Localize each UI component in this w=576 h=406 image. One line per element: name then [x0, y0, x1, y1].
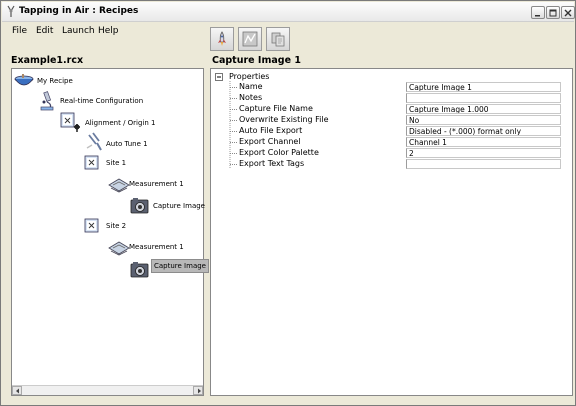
arrow-right-icon	[198, 388, 201, 394]
property-row-overwrite[interactable]: Overwrite Existing File No	[211, 115, 561, 126]
scroll-left-button[interactable]	[12, 386, 22, 395]
copy-button[interactable]	[266, 27, 290, 51]
property-row-notes[interactable]: Notes	[211, 93, 561, 104]
tree-label: My Recipe	[37, 77, 73, 85]
collapse-icon[interactable]	[215, 73, 223, 81]
tree-label: Measurement 1	[129, 243, 184, 251]
menu-help[interactable]: Help	[98, 26, 119, 36]
minimize-icon	[535, 15, 540, 17]
property-name: Capture File Name	[239, 104, 313, 113]
property-name: Export Channel	[239, 137, 301, 146]
title-bar[interactable]: Tapping in Air : Recipes	[2, 2, 575, 22]
tree-label: Site 1	[106, 159, 127, 167]
menu-launch[interactable]: Launch	[62, 26, 95, 36]
camera-icon	[130, 198, 149, 214]
property-value-input[interactable]: No	[406, 115, 561, 125]
menu-file[interactable]: File	[12, 26, 27, 36]
properties-panel: Properties Name Capture Image 1 Notes Ca…	[210, 68, 573, 396]
launch-button[interactable]	[210, 27, 234, 51]
property-row-capture-file-name[interactable]: Capture File Name Capture Image 1.000	[211, 104, 561, 115]
measurement-icon	[108, 178, 130, 193]
left-panel-title: Example1.rcx	[11, 55, 84, 66]
property-name: Overwrite Existing File	[239, 115, 329, 124]
alignment-icon	[60, 112, 80, 132]
tree-label: Capture Image	[153, 202, 205, 210]
camera-icon	[130, 262, 149, 278]
property-value-input[interactable]	[406, 159, 561, 169]
property-value-input[interactable]: Capture Image 1	[406, 82, 561, 92]
close-button[interactable]	[561, 6, 575, 19]
app-icon	[7, 5, 15, 17]
maximize-icon	[549, 9, 557, 17]
property-value-input[interactable]: Capture Image 1.000	[406, 104, 561, 114]
recipe-bowl-icon	[14, 74, 34, 86]
maximize-button[interactable]	[546, 6, 560, 19]
measurement-icon	[108, 241, 130, 256]
property-row-export-channel[interactable]: Export Channel Channel 1	[211, 137, 561, 148]
property-row-name[interactable]: Name Capture Image 1	[211, 82, 561, 93]
property-name: Export Text Tags	[239, 159, 305, 168]
property-name: Export Color Palette	[239, 148, 319, 157]
app-window: Tapping in Air : Recipes File Edit Launc…	[0, 0, 576, 406]
window-title: Tapping in Air : Recipes	[19, 6, 139, 16]
horizontal-scrollbar[interactable]	[12, 385, 203, 395]
tree-label-selected: Capture Image	[151, 259, 209, 273]
tree-label: Real-time Configuration	[60, 97, 144, 105]
recipe-tree: My Recipe Real-time Configuration Alignm…	[11, 68, 209, 396]
scroll-right-button[interactable]	[193, 386, 203, 395]
tree-label: Site 2	[106, 222, 127, 230]
chart-button[interactable]	[238, 27, 262, 51]
tree-label: Alignment / Origin 1	[85, 119, 156, 127]
properties-label: Properties	[229, 72, 270, 81]
property-value-input[interactable]: Disabled - (*.000) format only	[406, 126, 561, 136]
site-icon	[84, 155, 99, 170]
property-row-export-color-palette[interactable]: Export Color Palette 2	[211, 148, 561, 159]
property-name: Name	[239, 82, 263, 91]
microscope-icon	[40, 91, 54, 111]
minimize-button[interactable]	[531, 6, 545, 19]
property-row-auto-file-export[interactable]: Auto File Export Disabled - (*.000) form…	[211, 126, 561, 137]
tree-label: Measurement 1	[129, 180, 184, 188]
menu-edit[interactable]: Edit	[36, 26, 53, 36]
close-icon	[564, 9, 572, 17]
arrow-left-icon	[16, 388, 19, 394]
site-icon	[84, 218, 99, 233]
right-panel-title: Capture Image 1	[212, 55, 301, 66]
property-name: Auto File Export	[239, 126, 303, 135]
rocket-icon	[218, 31, 226, 46]
property-value-input[interactable]	[406, 93, 561, 103]
chart-icon	[242, 31, 258, 47]
copy-icon	[271, 32, 285, 47]
property-value-input[interactable]: Channel 1	[406, 137, 561, 147]
property-row-export-text-tags[interactable]: Export Text Tags	[211, 159, 561, 170]
tree-label: Auto Tune 1	[106, 140, 148, 148]
property-value-input[interactable]: 2	[406, 148, 561, 158]
tuning-fork-icon	[86, 132, 102, 151]
property-name: Notes	[239, 93, 263, 102]
